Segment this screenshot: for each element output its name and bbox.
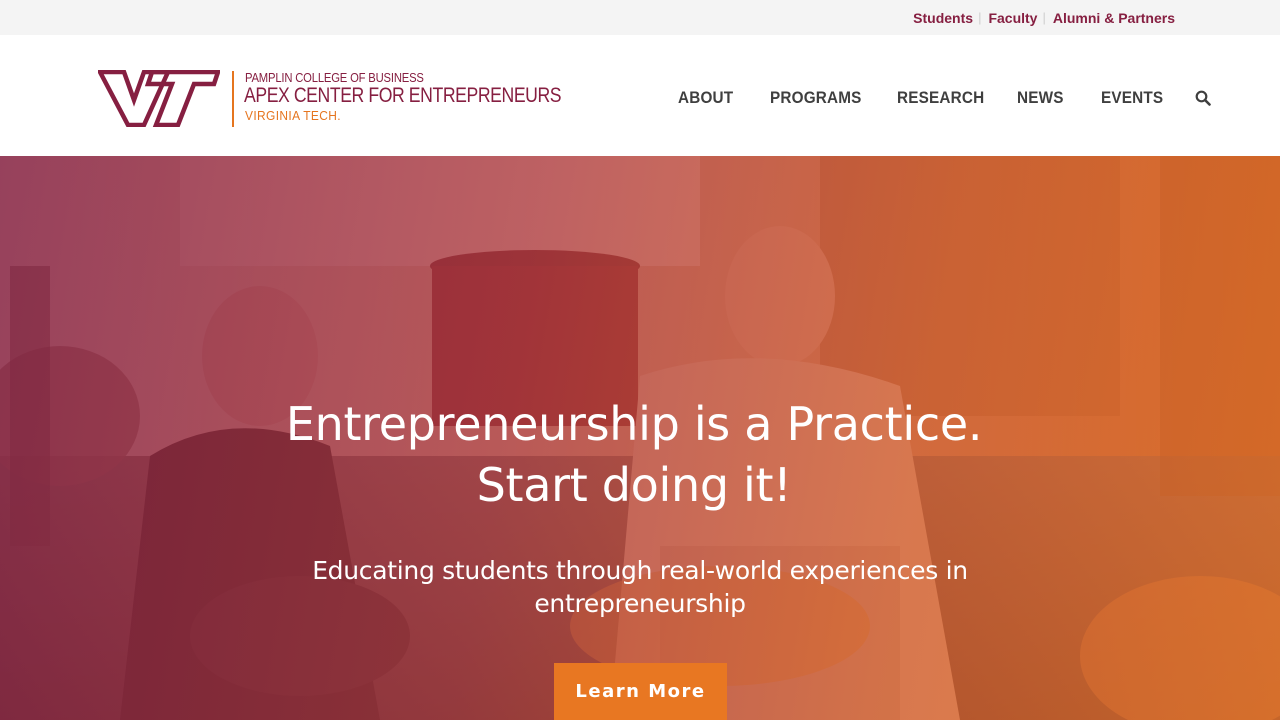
utility-nav: Students | Faculty | Alumni & Partners bbox=[913, 0, 1175, 35]
utility-link-alumni-partners[interactable]: Alumni & Partners bbox=[1053, 10, 1175, 26]
utility-link-students[interactable]: Students bbox=[913, 10, 973, 26]
hero-section: Entrepreneurship is a Practice. Start do… bbox=[0, 156, 1280, 720]
nav-item-research[interactable]: RESEARCH bbox=[897, 88, 984, 108]
site-header: PAMPLIN COLLEGE OF BUSINESS APEX CENTER … bbox=[0, 35, 1280, 156]
learn-more-button[interactable]: Learn More bbox=[554, 663, 727, 720]
utility-bar: Students | Faculty | Alumni & Partners bbox=[0, 0, 1280, 35]
hero-subtitle: Educating students through real-world ex… bbox=[312, 556, 968, 618]
nav-item-events[interactable]: EVENTS bbox=[1101, 88, 1163, 108]
search-icon[interactable] bbox=[1195, 90, 1211, 106]
main-nav: ABOUT PROGRAMS RESEARCH NEWS EVENTS bbox=[0, 35, 1280, 156]
hero-title-line1: Entrepreneurship is a Practice. bbox=[285, 397, 983, 451]
hero-title-line2: Start doing it! bbox=[476, 458, 792, 512]
nav-item-news[interactable]: NEWS bbox=[1017, 88, 1064, 108]
nav-item-programs[interactable]: PROGRAMS bbox=[770, 88, 862, 108]
utility-separator: | bbox=[978, 10, 982, 25]
nav-item-about[interactable]: ABOUT bbox=[678, 88, 733, 108]
hero-title: Entrepreneurship is a Practice. Start do… bbox=[0, 394, 1268, 516]
utility-separator: | bbox=[1042, 10, 1046, 25]
utility-link-faculty[interactable]: Faculty bbox=[988, 10, 1037, 26]
